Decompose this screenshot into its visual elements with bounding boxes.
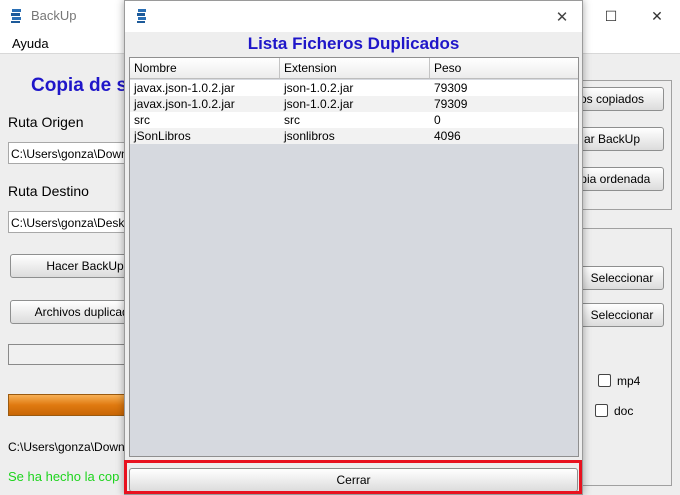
- cell-nombre: src: [134, 113, 150, 127]
- window-title: BackUp: [31, 8, 77, 23]
- table-row[interactable]: jSonLibros jsonlibros 4096: [130, 128, 578, 144]
- cell-peso: 0: [434, 113, 441, 127]
- main-heading: Copia de se: [31, 75, 138, 96]
- close-icon: ✕: [555, 8, 569, 26]
- maximize-icon: ☐: [604, 7, 618, 24]
- ruta-destino-field[interactable]: C:\Users\gonza\Deskt: [8, 211, 128, 233]
- cell-extension: json-1.0.2.jar: [284, 81, 354, 95]
- dialog-titlebar: ✕: [125, 1, 582, 32]
- dialog-heading: Lista Ficheros Duplicados: [247, 34, 460, 53]
- cell-nombre: jSonLibros: [134, 129, 191, 143]
- column-header-peso[interactable]: Peso: [430, 58, 578, 79]
- close-icon: ✕: [651, 7, 663, 24]
- duplicates-table[interactable]: Nombre Extension Peso javax.json-1.0.2.j…: [129, 57, 579, 457]
- column-header-nombre[interactable]: Nombre: [130, 58, 280, 79]
- progress-bar-empty: [8, 344, 128, 365]
- column-header-extension[interactable]: Extension: [280, 58, 430, 79]
- maximize-button[interactable]: ☐: [588, 0, 634, 32]
- table-row[interactable]: javax.json-1.0.2.jar json-1.0.2.jar 7930…: [130, 80, 578, 96]
- table-row[interactable]: javax.json-1.0.2.jar json-1.0.2.jar 7930…: [130, 96, 578, 112]
- doc-checkbox[interactable]: [595, 404, 608, 417]
- table-row[interactable]: src src 0: [130, 112, 578, 128]
- close-button[interactable]: ✕: [634, 0, 680, 32]
- cell-peso: 79309: [434, 81, 468, 95]
- ruta-destino-label: Ruta Destino: [8, 183, 89, 199]
- seleccionar-button-1[interactable]: Seleccionar: [580, 266, 664, 290]
- doc-label: doc: [614, 404, 634, 418]
- status-text: Se ha hecho la cop: [8, 469, 120, 484]
- menu-ayuda[interactable]: Ayuda: [12, 36, 49, 51]
- cell-nombre: javax.json-1.0.2.jar: [134, 81, 235, 95]
- cell-extension: src: [284, 113, 300, 127]
- duplicates-dialog: ✕ Lista Ficheros Duplicados Nombre Exten…: [124, 0, 583, 495]
- cell-nombre: javax.json-1.0.2.jar: [134, 97, 235, 111]
- app-icon: [137, 9, 146, 23]
- ruta-origen-field[interactable]: C:\Users\gonza\Downl: [8, 142, 128, 164]
- bottom-path-text: C:\Users\gonza\Downl: [8, 440, 128, 454]
- mp4-label: mp4: [617, 374, 641, 388]
- mp4-checkbox[interactable]: [598, 374, 611, 387]
- cell-peso: 4096: [434, 129, 461, 143]
- cerrar-button[interactable]: Cerrar: [129, 468, 578, 492]
- cell-extension: json-1.0.2.jar: [284, 97, 354, 111]
- ruta-origen-label: Ruta Origen: [8, 114, 84, 130]
- cell-peso: 79309: [434, 97, 468, 111]
- progress-bar-full: [8, 394, 128, 416]
- seleccionar-button-2[interactable]: Seleccionar: [580, 303, 664, 327]
- dialog-close-button[interactable]: ✕: [542, 1, 582, 32]
- app-icon: [11, 9, 21, 23]
- cell-extension: jsonlibros: [284, 129, 335, 143]
